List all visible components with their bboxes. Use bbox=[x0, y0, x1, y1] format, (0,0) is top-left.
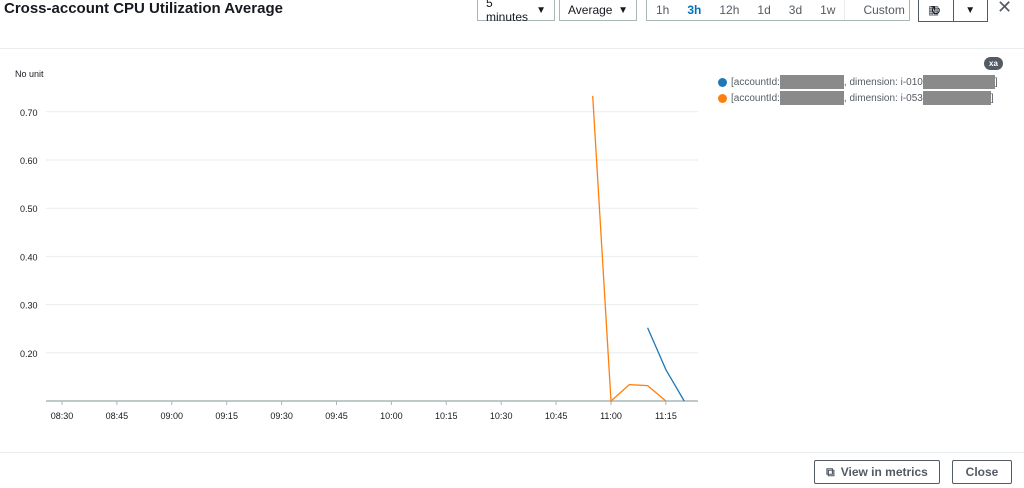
range-3d[interactable]: 3d bbox=[780, 3, 811, 17]
x-tick-label: 09:15 bbox=[215, 411, 238, 421]
caret-down-icon: ▼ bbox=[965, 5, 976, 16]
refresh-button[interactable]: ↻ bbox=[919, 0, 953, 21]
range-12h[interactable]: 12h bbox=[710, 3, 748, 17]
close-icon[interactable]: ✕ bbox=[997, 0, 1012, 18]
legend: [accountId: , dimension: i-010] [accountI… bbox=[718, 74, 998, 106]
y-tick-label: 0.40 bbox=[20, 252, 38, 262]
y-tick-label: 0.50 bbox=[20, 204, 38, 214]
legend-item[interactable]: [accountId: , dimension: i-053] bbox=[718, 90, 998, 106]
x-tick-label: 09:45 bbox=[325, 411, 348, 421]
x-tick-label: 10:00 bbox=[380, 411, 403, 421]
range-1w[interactable]: 1w bbox=[811, 3, 844, 17]
redacted-block bbox=[922, 91, 991, 105]
y-tick-label: 0.20 bbox=[20, 349, 38, 359]
view-in-metrics-label: View in metrics bbox=[840, 465, 928, 479]
redacted-block bbox=[779, 75, 844, 89]
range-1h[interactable]: 1h bbox=[647, 3, 678, 17]
statistic-value: Average bbox=[568, 3, 613, 17]
x-tick-label: 10:15 bbox=[435, 411, 458, 421]
range-1d[interactable]: 1d bbox=[748, 3, 779, 17]
series-color-dot bbox=[718, 93, 727, 103]
legend-badge[interactable]: xa bbox=[984, 57, 1003, 70]
widget-title: Cross-account CPU Utilization Average bbox=[4, 0, 283, 17]
y-tick-label: 0.60 bbox=[20, 156, 38, 166]
line-chart: No unit 0.20 0.30 0.40 0.50 0.60 0.70 08:30 08:… bbox=[15, 69, 698, 421]
x-tick-label: 10:45 bbox=[545, 411, 568, 421]
redacted-block bbox=[779, 91, 844, 105]
external-link-icon: ⧉ bbox=[826, 464, 835, 479]
custom-label: Custom bbox=[863, 3, 905, 17]
range-3h[interactable]: 3h bbox=[678, 3, 710, 17]
time-range-selector: 1h 3h 12h 1d 3d 1w Custom ▦ bbox=[646, 0, 939, 21]
legend-prefix: [accountId: bbox=[731, 76, 780, 88]
caret-down-icon: ▼ bbox=[536, 4, 546, 16]
refresh-button-group: ↻ ▼ bbox=[918, 0, 988, 22]
close-button[interactable]: Close bbox=[952, 460, 1012, 484]
redacted-block bbox=[922, 75, 995, 89]
period-value: 5 minutes bbox=[486, 0, 529, 24]
series-line-i-053 bbox=[592, 95, 667, 403]
x-tick-label: 09:00 bbox=[161, 411, 184, 421]
legend-suffix: ] bbox=[994, 76, 998, 88]
x-tick-label: 08:45 bbox=[106, 411, 129, 421]
refresh-icon: ↻ bbox=[930, 2, 942, 18]
y-tick-label: 0.30 bbox=[20, 301, 38, 311]
view-in-metrics-button[interactable]: ⧉ View in metrics bbox=[814, 460, 940, 484]
caret-down-icon: ▼ bbox=[618, 4, 628, 16]
close-label: Close bbox=[965, 465, 999, 479]
legend-mid: , dimension: i-010 bbox=[843, 76, 923, 88]
statistic-select[interactable]: Average ▼ bbox=[559, 0, 637, 21]
x-tick-label: 10:30 bbox=[490, 411, 513, 421]
legend-suffix: ] bbox=[990, 92, 994, 104]
legend-prefix: [accountId: bbox=[731, 92, 780, 104]
y-axis-label: No unit bbox=[15, 69, 44, 79]
series-color-dot bbox=[718, 77, 727, 87]
x-tick-label: 09:30 bbox=[270, 411, 293, 421]
legend-mid: , dimension: i-053 bbox=[843, 92, 923, 104]
x-tick-label: 11:15 bbox=[655, 411, 677, 421]
refresh-options-button[interactable]: ▼ bbox=[952, 0, 988, 21]
x-tick-label: 08:30 bbox=[51, 411, 74, 421]
y-tick-label: 0.70 bbox=[20, 108, 38, 118]
period-select[interactable]: 5 minutes ▼ bbox=[477, 0, 555, 24]
x-tick-label: 11:00 bbox=[600, 411, 622, 421]
legend-item[interactable]: [accountId: , dimension: i-010] bbox=[718, 74, 998, 90]
